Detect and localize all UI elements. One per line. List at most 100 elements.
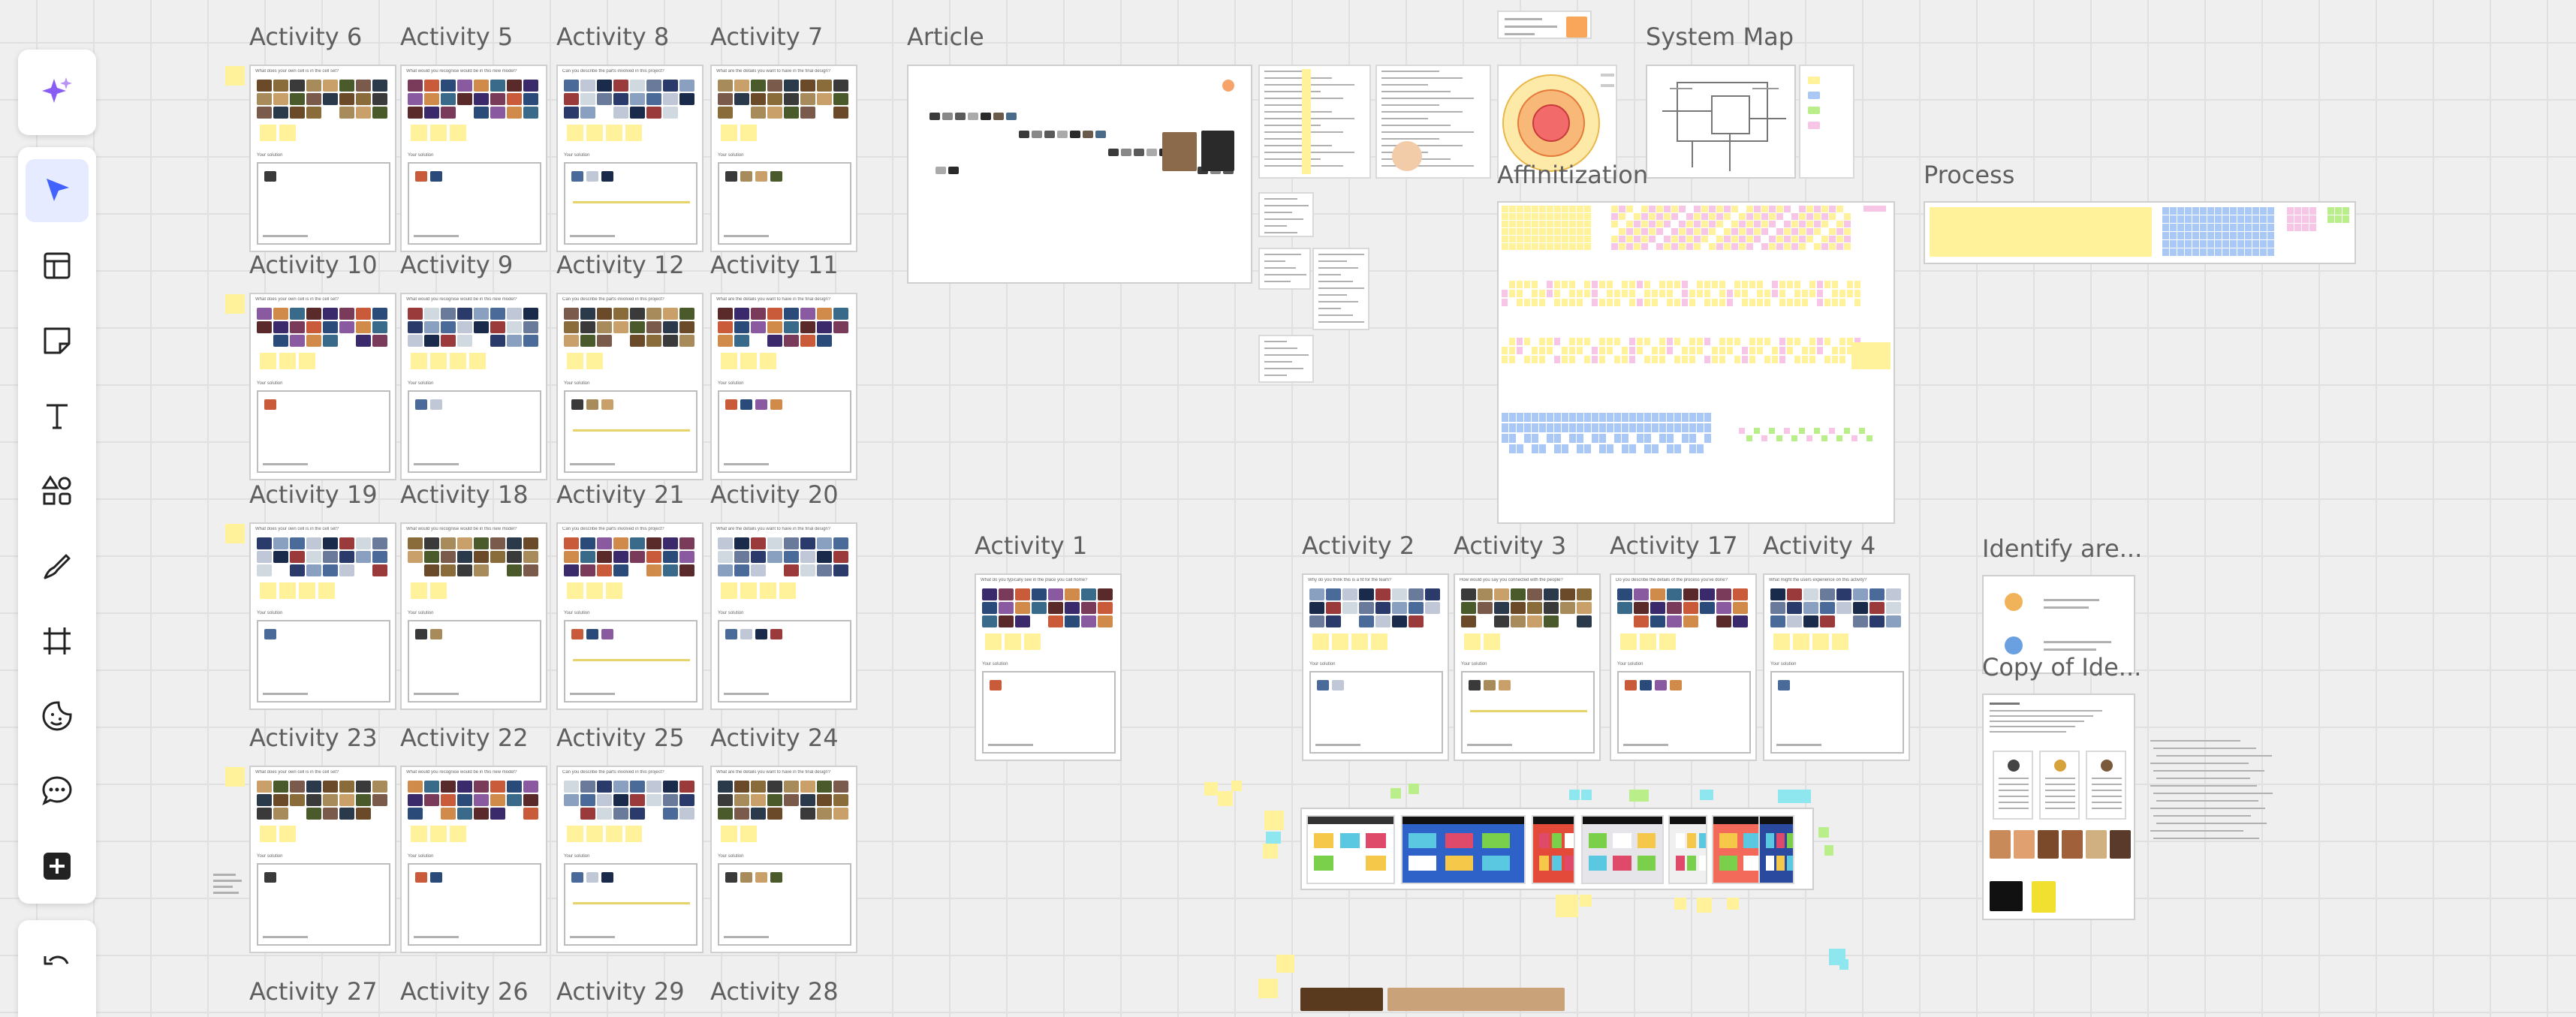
sticky-note[interactable] — [1502, 206, 1508, 212]
sticky-note[interactable] — [625, 125, 642, 141]
document-thumbnail[interactable] — [1375, 65, 1491, 179]
photo-thumbnail[interactable] — [580, 537, 595, 549]
photo-thumbnail[interactable] — [273, 335, 288, 347]
sticky-note[interactable] — [1622, 444, 1628, 453]
sticky-note[interactable] — [2177, 207, 2184, 215]
sticky-note[interactable] — [1584, 206, 1591, 212]
photo-thumbnail[interactable] — [586, 399, 598, 410]
sticky-note[interactable] — [1554, 281, 1560, 288]
sticky-note[interactable] — [1764, 356, 1770, 363]
sticky-note[interactable] — [1689, 356, 1695, 363]
photo-thumbnail[interactable] — [580, 781, 595, 793]
photo-thumbnail[interactable] — [490, 808, 505, 820]
photo-thumbnail[interactable] — [264, 872, 276, 883]
photo-thumbnail[interactable] — [630, 93, 645, 105]
photo-thumbnail[interactable] — [523, 321, 538, 333]
photo-thumbnail[interactable] — [474, 308, 489, 320]
photo-thumbnail[interactable] — [833, 93, 848, 105]
sticky-note[interactable] — [1577, 228, 1583, 235]
photo-thumbnail[interactable] — [1461, 588, 1476, 600]
photo-thumbnail[interactable] — [800, 808, 815, 820]
photo-thumbnail[interactable] — [523, 335, 538, 347]
sticky-note[interactable] — [2343, 207, 2349, 215]
photo-thumbnail[interactable] — [601, 872, 613, 883]
sticky-note[interactable] — [1592, 423, 1598, 432]
sticky-note[interactable] — [1754, 236, 1761, 242]
article-collage-image[interactable] — [1201, 131, 1234, 171]
sticky-note[interactable] — [1727, 347, 1733, 354]
sticky-note[interactable] — [1769, 236, 1776, 242]
photo-thumbnail[interactable] — [1511, 588, 1526, 600]
photo-thumbnail[interactable] — [457, 781, 472, 793]
sticky-note[interactable] — [1584, 281, 1590, 288]
sticky-note[interactable] — [1799, 236, 1806, 242]
photo-thumbnail[interactable] — [817, 794, 832, 806]
sticky-note[interactable] — [411, 826, 427, 842]
frame-label-identify[interactable]: Identify are... — [1982, 534, 2142, 563]
sticky-note[interactable] — [1554, 290, 1560, 297]
sticky-note[interactable] — [1832, 281, 1838, 288]
frame-label-activity-24[interactable]: Activity 24 — [710, 724, 839, 752]
sticky-note[interactable] — [1776, 206, 1783, 212]
sticky-note[interactable] — [1611, 213, 1618, 220]
sticky-note[interactable] — [1764, 299, 1770, 306]
photo-thumbnail[interactable] — [507, 107, 522, 119]
photo-thumbnail[interactable] — [356, 808, 371, 820]
sticky-note[interactable] — [450, 826, 466, 842]
sticky-note[interactable] — [1724, 236, 1731, 242]
photo-thumbnail[interactable] — [1065, 602, 1080, 614]
photo-thumbnail[interactable] — [507, 80, 522, 92]
photo-thumbnail[interactable] — [457, 564, 472, 576]
answer-box[interactable] — [1770, 671, 1904, 754]
sticky-note[interactable] — [1709, 228, 1716, 235]
photo-thumbnail[interactable] — [323, 335, 338, 347]
photo-thumbnail[interactable] — [474, 80, 489, 92]
sticky-note[interactable] — [1806, 221, 1813, 227]
photo-thumbnail[interactable] — [257, 551, 272, 563]
sticky-note[interactable] — [1569, 206, 1576, 212]
sticky-note[interactable] — [1930, 207, 2152, 257]
sticky-note[interactable] — [1844, 236, 1851, 242]
sticky-note[interactable] — [1619, 236, 1625, 242]
photo-thumbnail[interactable] — [424, 308, 439, 320]
sticky-note[interactable] — [1607, 347, 1613, 354]
sticky-note[interactable] — [1599, 413, 1606, 422]
document-thumbnail[interactable] — [1258, 335, 1314, 383]
sticky-note[interactable] — [1547, 347, 1553, 354]
sticky-note[interactable] — [1577, 338, 1583, 345]
photo-thumbnail[interactable] — [613, 781, 628, 793]
photo-thumbnail[interactable] — [507, 564, 522, 576]
photo-thumbnail[interactable] — [490, 551, 505, 563]
sticky-note[interactable] — [1667, 444, 1674, 453]
sticky-note[interactable] — [1614, 290, 1620, 297]
photo-thumbnail[interactable] — [718, 308, 733, 320]
photo-thumbnail[interactable] — [767, 107, 782, 119]
sticky-note[interactable] — [1851, 435, 1857, 441]
sticky-note[interactable] — [1851, 342, 1891, 369]
sticky-note[interactable] — [1569, 228, 1576, 235]
photo-thumbnail[interactable] — [770, 171, 782, 182]
sticky-note[interactable] — [1509, 356, 1515, 363]
frame-label-activity-18[interactable]: Activity 18 — [400, 480, 529, 509]
photo-thumbnail[interactable] — [597, 321, 612, 333]
photo-thumbnail[interactable] — [718, 335, 733, 347]
sticky-note[interactable] — [1697, 423, 1704, 432]
frame-label-activity-8[interactable]: Activity 8 — [556, 23, 669, 51]
photo-thumbnail[interactable] — [457, 551, 472, 563]
photo-thumbnail[interactable] — [430, 629, 442, 639]
sticky-note[interactable] — [1686, 228, 1693, 235]
sticky-note[interactable] — [2230, 215, 2237, 223]
sticky-note[interactable] — [1584, 356, 1590, 363]
sticky-note[interactable] — [1697, 290, 1703, 297]
activity-frame[interactable]: Why do you think this is a fit for the t… — [1302, 573, 1449, 761]
photo-thumbnail[interactable] — [356, 537, 371, 549]
answer-box[interactable] — [718, 620, 851, 703]
sticky-note[interactable] — [2252, 207, 2259, 215]
sticky-note[interactable] — [1832, 299, 1838, 306]
photo-thumbnail[interactable] — [1359, 602, 1374, 614]
sticky-note[interactable] — [1502, 243, 1508, 250]
photo-thumbnail[interactable] — [734, 93, 749, 105]
photo-thumbnail[interactable] — [306, 564, 321, 576]
sticky-note[interactable] — [1829, 206, 1836, 212]
sticky-note[interactable] — [2245, 215, 2252, 223]
